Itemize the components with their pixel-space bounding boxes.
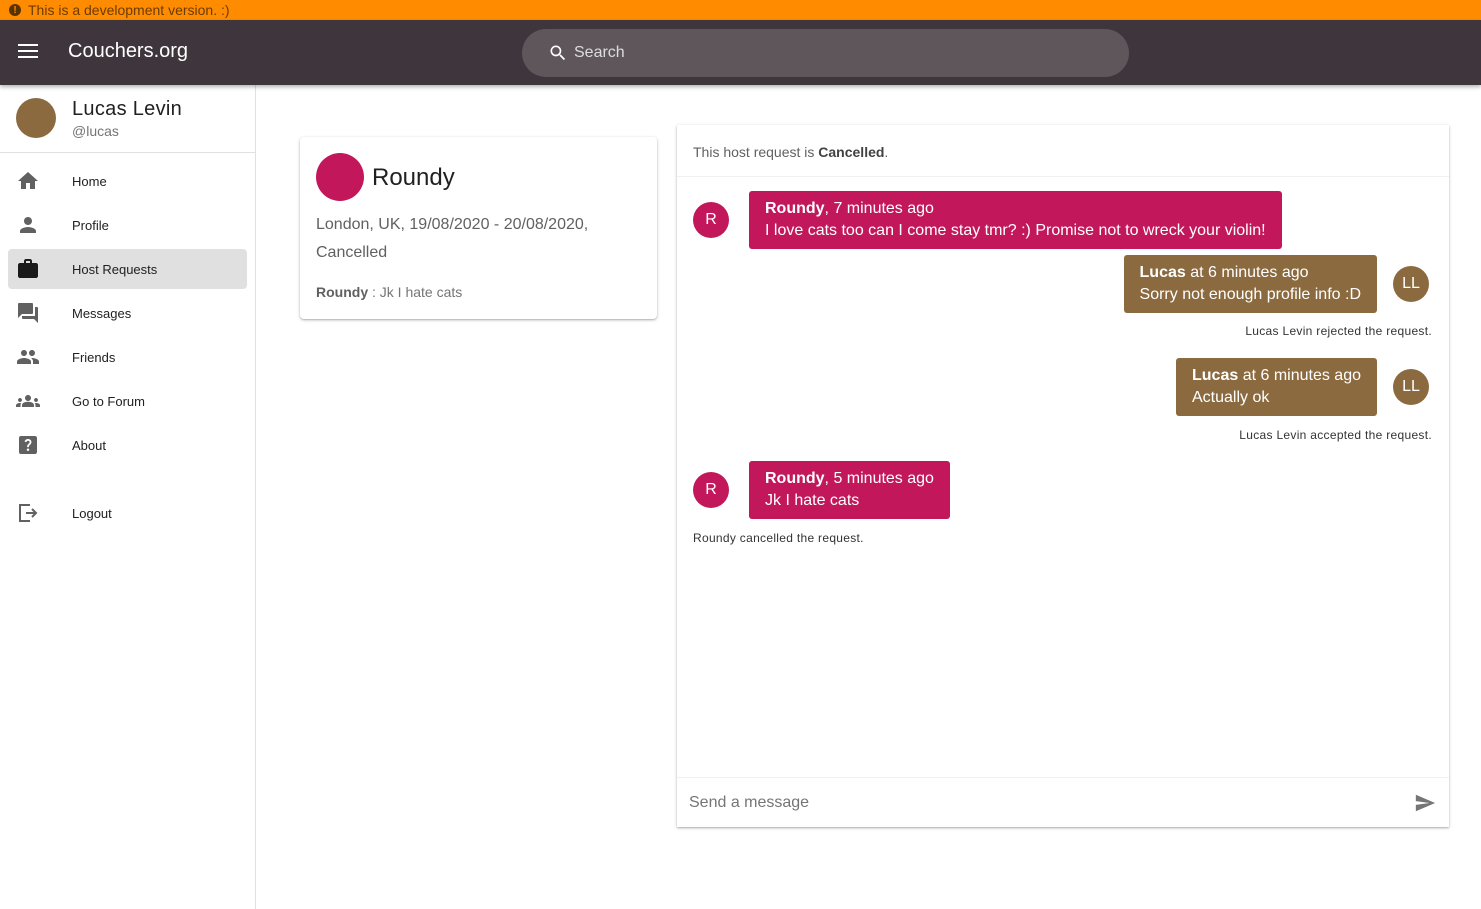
search-input[interactable] bbox=[574, 44, 1074, 62]
message-sender: Lucas bbox=[1192, 367, 1239, 384]
message-text: Actually ok bbox=[1192, 389, 1270, 406]
last-message-separator: : bbox=[368, 284, 380, 300]
message: R Roundy, 7 minutes ago I love cats too … bbox=[693, 191, 1282, 249]
message-bubble: Lucas at 6 minutes ago Actually ok bbox=[1176, 358, 1377, 416]
user-handle: @lucas bbox=[72, 123, 119, 139]
message-time: at 6 minutes ago bbox=[1185, 264, 1309, 281]
chat-panel: This host request is Cancelled. R Roundy… bbox=[677, 125, 1449, 827]
event-text: Lucas Levin accepted the request. bbox=[1239, 428, 1432, 442]
avatar bbox=[16, 98, 56, 138]
message-composer bbox=[677, 777, 1449, 827]
message-text: I love cats too can I come stay tmr? :) … bbox=[765, 222, 1266, 239]
message-sender: Lucas bbox=[1139, 264, 1186, 281]
people-icon bbox=[16, 345, 40, 369]
sidebar-item-label: Logout bbox=[72, 505, 112, 521]
dev-banner: ! This is a development version. :) bbox=[0, 0, 1481, 20]
status-prefix: This host request is bbox=[693, 144, 819, 160]
sidebar-item-forum[interactable]: Go to Forum bbox=[8, 381, 247, 421]
sidebar-item-home[interactable]: Home bbox=[8, 161, 247, 201]
message: Lucas at 6 minutes ago Actually ok LL bbox=[1176, 358, 1429, 416]
avatar[interactable]: LL bbox=[1393, 369, 1429, 405]
avatar bbox=[316, 153, 364, 201]
sidebar-item-messages[interactable]: Messages bbox=[8, 293, 247, 333]
message-bubble: Lucas at 6 minutes ago Sorry not enough … bbox=[1123, 255, 1377, 313]
info-icon: ! bbox=[9, 4, 21, 16]
last-message-sender: Roundy bbox=[316, 284, 369, 300]
search-bar[interactable] bbox=[522, 29, 1129, 77]
sidebar-item-label: Profile bbox=[72, 217, 109, 233]
event-text: Lucas Levin rejected the request. bbox=[1245, 324, 1432, 338]
briefcase-icon bbox=[16, 257, 40, 281]
sidebar-item-label: Messages bbox=[72, 305, 132, 321]
sidebar-item-host-requests[interactable]: Host Requests bbox=[8, 249, 247, 289]
avatar[interactable]: LL bbox=[1393, 266, 1429, 302]
host-request-card[interactable]: Roundy London, UK, 19/08/2020 - 20/08/20… bbox=[300, 137, 657, 319]
message-time: , 7 minutes ago bbox=[824, 200, 934, 217]
brand-logo[interactable]: Couchers.org bbox=[68, 40, 188, 63]
message-sender: Roundy bbox=[765, 200, 825, 217]
message-input[interactable] bbox=[677, 793, 1377, 812]
sidebar-item-friends[interactable]: Friends bbox=[8, 337, 247, 377]
sidebar: Lucas Levin @lucas Home Profile Host Req… bbox=[0, 85, 256, 909]
person-icon bbox=[16, 213, 40, 237]
message-sender: Roundy bbox=[765, 470, 825, 487]
sidebar-item-label: Go to Forum bbox=[72, 393, 145, 409]
sidebar-item-label: Home bbox=[72, 173, 107, 189]
send-icon[interactable] bbox=[1413, 792, 1437, 814]
sidebar-item-label: Friends bbox=[72, 349, 116, 365]
last-message-text: Jk I hate cats bbox=[379, 284, 463, 300]
status-badge: Cancelled bbox=[818, 144, 885, 160]
search-icon bbox=[550, 45, 566, 61]
event-text: Roundy cancelled the request. bbox=[693, 531, 864, 545]
dev-banner-text: This is a development version. :) bbox=[28, 2, 230, 18]
help-icon bbox=[16, 433, 40, 457]
request-user-name: Roundy bbox=[372, 164, 455, 191]
logout-icon bbox=[16, 501, 40, 525]
sidebar-item-about[interactable]: About bbox=[8, 425, 247, 465]
message-text: Sorry not enough profile info :D bbox=[1139, 286, 1361, 303]
user-profile-summary[interactable]: Lucas Levin @lucas bbox=[0, 85, 255, 153]
menu-icon[interactable] bbox=[18, 44, 38, 60]
forum-icon bbox=[16, 301, 40, 325]
message-bubble: Roundy, 5 minutes ago Jk I hate cats bbox=[749, 461, 950, 519]
sidebar-item-label: Host Requests bbox=[72, 261, 158, 277]
sidebar-item-logout[interactable]: Logout bbox=[8, 493, 247, 533]
message-time: at 6 minutes ago bbox=[1238, 367, 1361, 384]
request-details: London, UK, 19/08/2020 - 20/08/2020, Can… bbox=[316, 216, 589, 261]
home-icon bbox=[16, 169, 40, 193]
sidebar-item-profile[interactable]: Profile bbox=[8, 205, 247, 245]
avatar[interactable]: R bbox=[693, 472, 729, 508]
app-bar: Couchers.org bbox=[0, 20, 1481, 85]
user-name: Lucas Levin bbox=[72, 98, 183, 120]
message-bubble: Roundy, 7 minutes ago I love cats too ca… bbox=[749, 191, 1282, 249]
request-status: This host request is Cancelled. bbox=[677, 125, 1449, 177]
message: Lucas at 6 minutes ago Sorry not enough … bbox=[1123, 255, 1429, 313]
sidebar-item-label: About bbox=[72, 437, 106, 453]
last-message-preview: Roundy : Jk I hate cats bbox=[316, 284, 462, 300]
groups-icon bbox=[16, 389, 40, 413]
status-suffix: . bbox=[884, 144, 889, 160]
message-text: Jk I hate cats bbox=[765, 492, 860, 509]
sidebar-nav: Home Profile Host Requests Messages Frie… bbox=[0, 153, 255, 533]
avatar[interactable]: R bbox=[693, 202, 729, 238]
message-time: , 5 minutes ago bbox=[824, 470, 934, 487]
message: R Roundy, 5 minutes ago Jk I hate cats bbox=[693, 461, 950, 519]
nav-spacer bbox=[0, 469, 255, 493]
